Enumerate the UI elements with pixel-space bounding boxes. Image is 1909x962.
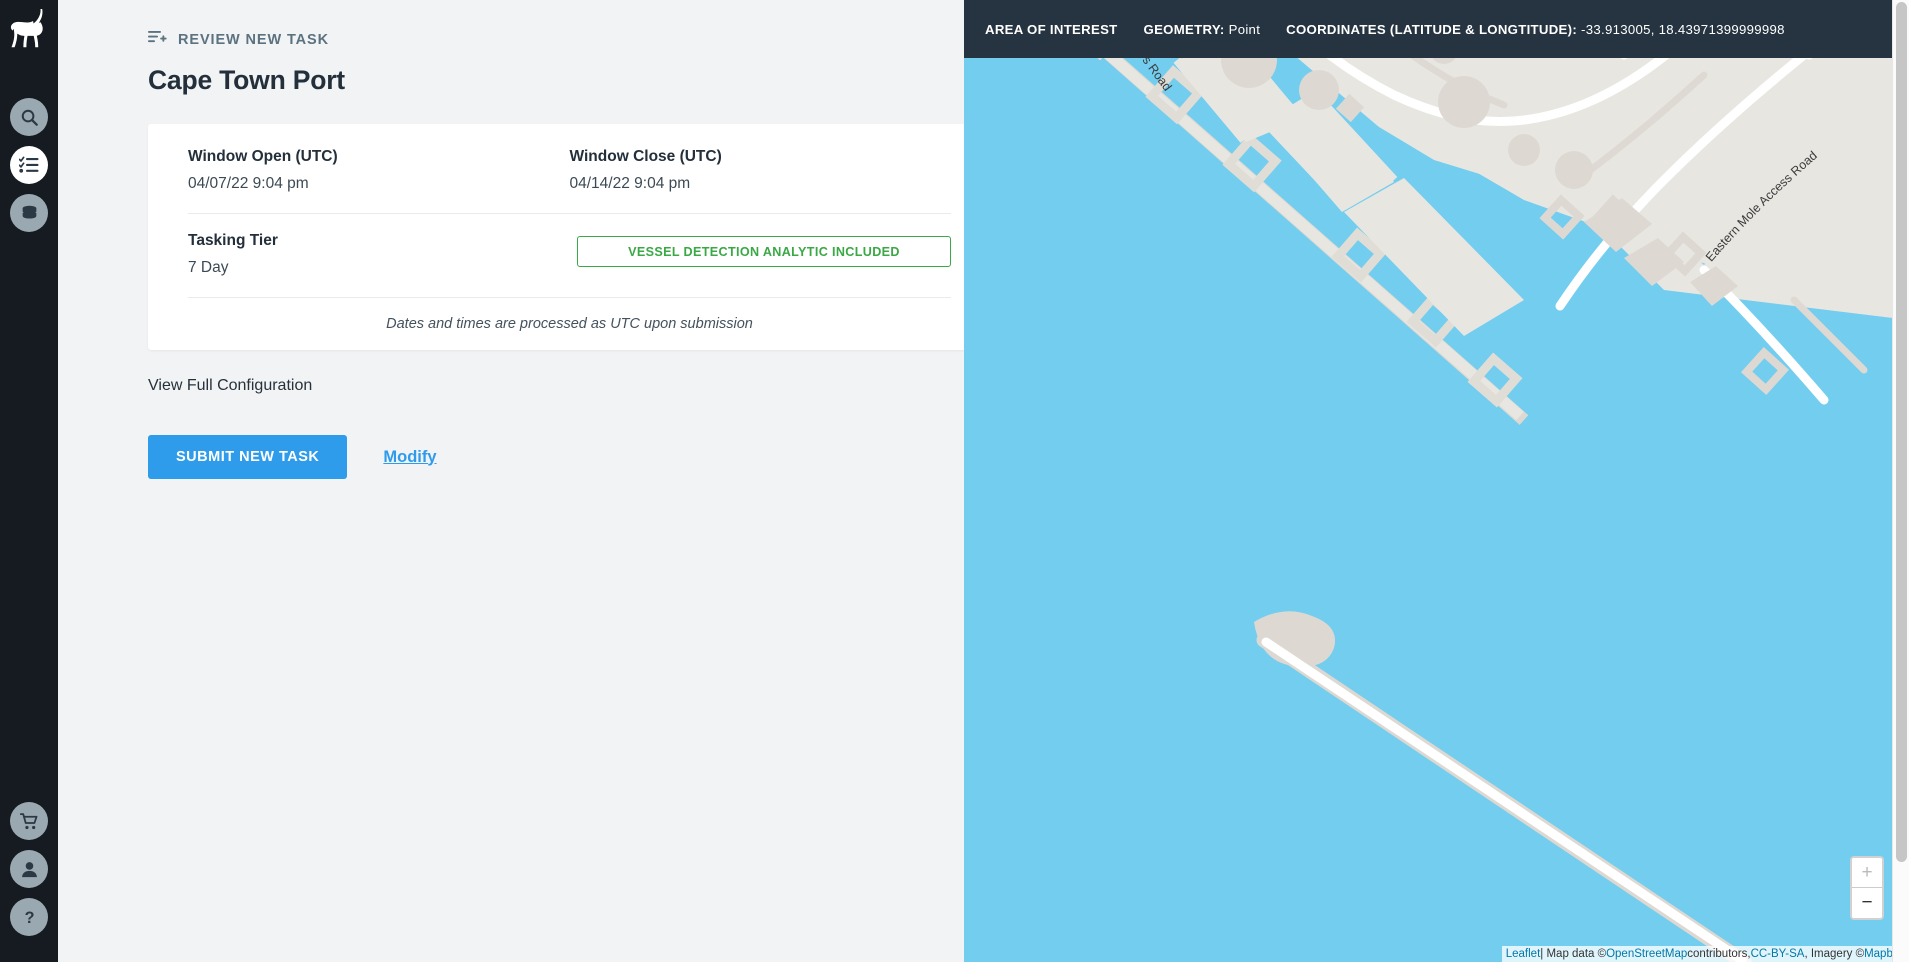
geometry-value: Point	[1228, 21, 1261, 37]
vessel-detection-analytic-badge[interactable]: VESSEL DETECTION ANALYTIC INCLUDED	[576, 236, 951, 267]
sidebar-top-group	[10, 98, 48, 232]
page-title: Cape Town Port	[148, 65, 345, 95]
coordinates-key: COORDINATES (LATITUDE & LONGTITUDE):	[1286, 21, 1578, 37]
sidebar-item-account[interactable]	[10, 850, 48, 888]
review-panel: REVIEW NEW TASK Cape Town Port Window Op…	[58, 0, 964, 962]
search-icon	[20, 108, 39, 127]
sidebar-item-search[interactable]	[10, 98, 48, 136]
action-bar: SUBMIT NEW TASK Modify	[148, 435, 964, 479]
tier-row: Tasking Tier 7 Day VESSEL DETECTION ANAL…	[188, 232, 951, 277]
sidebar-item-data[interactable]	[10, 194, 48, 232]
modify-link[interactable]: Modify	[383, 448, 436, 467]
breadcrumb[interactable]: REVIEW NEW TASK	[148, 29, 964, 50]
task-summary-card: Window Open (UTC) 04/07/22 9:04 pm Windo…	[148, 124, 964, 350]
tasking-tier-value: 7 Day	[188, 259, 229, 276]
leaflet-link[interactable]: Leaflet	[1506, 948, 1541, 960]
shopping-cart-icon	[19, 812, 39, 831]
sidebar-bottom-group: ?	[10, 802, 48, 936]
question-mark-icon: ?	[20, 908, 39, 927]
database-icon	[20, 204, 39, 223]
capella-ibex-logo	[7, 8, 51, 60]
user-icon	[20, 860, 39, 879]
sidebar-item-cart[interactable]	[10, 802, 48, 840]
openstreetmap-link[interactable]: OpenStreetMap	[1606, 948, 1687, 960]
submit-new-task-button[interactable]: SUBMIT NEW TASK	[148, 435, 348, 479]
view-full-configuration-label: View Full Configuration	[148, 376, 313, 394]
sidebar-item-help[interactable]: ?	[10, 898, 48, 936]
card-divider-1	[188, 213, 951, 214]
license-link[interactable]: CC-BY-SA	[1751, 948, 1805, 960]
area-of-interest-label: AREA OF INTEREST	[985, 21, 1118, 37]
checklist-icon	[19, 156, 39, 174]
geometry-key: GEOMETRY:	[1143, 21, 1225, 37]
app-root: ? REVIEW NEW TASK Cape Town Port Window …	[0, 0, 1909, 962]
scrollbar-thumb[interactable]	[1896, 2, 1907, 862]
zoom-in-button[interactable]: +	[1852, 858, 1882, 888]
view-full-configuration-row[interactable]: View Full Configuration	[148, 376, 964, 395]
tasking-tier-label: Tasking Tier	[188, 232, 278, 249]
card-divider-2	[188, 297, 951, 298]
page-scrollbar[interactable]	[1892, 0, 1909, 962]
map-zoom-controls[interactable]: + −	[1850, 856, 1884, 920]
map-attribution: Leaflet | Map data © OpenStreetMap contr…	[1501, 946, 1909, 962]
attrib-sep-2: contributors,	[1687, 948, 1751, 960]
coordinates-value: -33.913005, 18.43971399999998	[1581, 21, 1785, 37]
tasking-tier-field: Tasking Tier 7 Day	[188, 232, 577, 277]
attrib-sep-3: , Imagery ©	[1804, 948, 1865, 960]
sidebar-rail: ?	[0, 0, 58, 962]
sidebar-item-tasks[interactable]	[10, 146, 48, 184]
window-close-label: Window Close (UTC)	[569, 148, 722, 165]
add-to-list-icon	[148, 29, 167, 50]
window-close-field: Window Close (UTC) 04/14/22 9:04 pm	[570, 148, 952, 193]
utc-note: Dates and times are processed as UTC upo…	[386, 316, 753, 332]
window-open-value: 04/07/22 9:04 pm	[188, 175, 309, 192]
svg-text:?: ?	[24, 909, 34, 927]
zoom-out-button[interactable]: −	[1852, 888, 1882, 918]
window-open-field: Window Open (UTC) 04/07/22 9:04 pm	[188, 148, 570, 193]
window-row: Window Open (UTC) 04/07/22 9:04 pm Windo…	[188, 148, 951, 193]
geometry-info: GEOMETRY: Point	[1144, 22, 1261, 37]
attrib-sep-1: | Map data ©	[1540, 948, 1607, 960]
map-canvas[interactable]: s Road Eastern Mole Access Road	[964, 0, 1909, 962]
window-open-label: Window Open (UTC)	[188, 148, 338, 165]
window-close-value: 04/14/22 9:04 pm	[569, 175, 691, 192]
map-header-bar: AREA OF INTEREST GEOMETRY: Point COORDIN…	[964, 0, 1909, 58]
breadcrumb-label: REVIEW NEW TASK	[178, 31, 329, 48]
map-container[interactable]: AREA OF INTEREST GEOMETRY: Point COORDIN…	[964, 0, 1909, 962]
map-tiles: s Road Eastern Mole Access Road	[964, 0, 1909, 962]
coordinates-info: COORDINATES (LATITUDE & LONGTITUDE): -33…	[1286, 22, 1785, 37]
